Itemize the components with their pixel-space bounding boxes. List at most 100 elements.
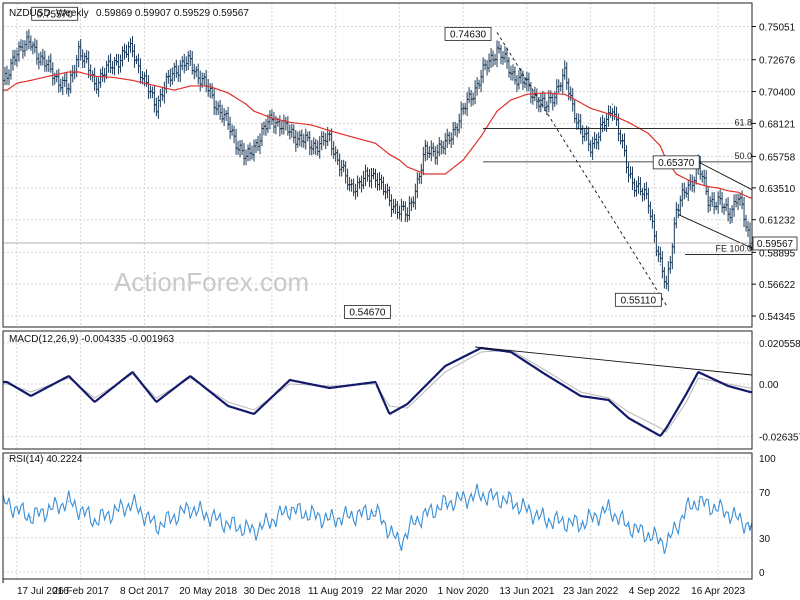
sma-point [496, 110, 498, 112]
price-point [68, 89, 70, 91]
sma-point [349, 135, 351, 137]
price-point [627, 173, 630, 175]
rsi-point [580, 523, 582, 525]
price-annotation: 0.74630 [444, 27, 492, 41]
rsi-point [727, 512, 729, 514]
price-point [155, 103, 157, 105]
price-point [580, 131, 582, 133]
macd-line [3, 346, 752, 437]
rsi-point [30, 516, 32, 518]
signal-point [388, 405, 391, 407]
macd-point [444, 365, 446, 367]
sma-point [749, 197, 751, 199]
sma-point [289, 121, 291, 123]
price-point [173, 68, 175, 70]
price-point [388, 201, 391, 203]
macd-point [131, 371, 134, 373]
sma-point [544, 92, 546, 94]
rsi-point [510, 500, 512, 502]
x-tick-label: 16 Apr 2023 [691, 586, 745, 597]
price-tick-label: 0.65758 [759, 152, 796, 163]
price-point [659, 264, 661, 266]
rsi-panel [2, 483, 753, 554]
sma-point [6, 89, 8, 91]
price-point [675, 208, 677, 210]
signal-point [727, 383, 729, 385]
price-annotation: 0.54670 [344, 305, 391, 319]
macd-point [580, 395, 582, 397]
x-tick-label: 23 Jan 2022 [563, 586, 618, 597]
rsi-point [329, 518, 331, 521]
header-timeframe: Weekly [56, 8, 89, 19]
price-point [78, 47, 80, 49]
sma-point [398, 159, 401, 161]
rsi-point [749, 525, 751, 528]
macd-point [289, 379, 291, 381]
sma-point [189, 85, 191, 87]
macd-point [749, 391, 751, 393]
chart-header: NZDUSD Weekly 0.59869 0.59907 0.59529 0.… [9, 8, 249, 19]
sma-point [94, 75, 96, 77]
rsi-point [398, 542, 401, 545]
rsi-point [478, 493, 480, 496]
rsi-point [444, 503, 446, 505]
price-point [665, 288, 667, 290]
sma-point [143, 82, 146, 84]
price-point [253, 145, 255, 147]
header-symbol: NZDUSD [9, 8, 51, 19]
forex-chart: ActionForex.com 61.850.0FE 100.00.755700… [2, 2, 800, 597]
fib-level-label: FE 100.0 [715, 243, 752, 253]
price-point [30, 43, 32, 45]
rsi-point [665, 544, 667, 546]
swing-dashed-line [496, 32, 667, 306]
header-ohlc: 0.59869 0.59907 0.59529 0.59567 [96, 8, 249, 19]
sma-point [406, 166, 408, 168]
price-annotation-label: 0.74630 [450, 29, 487, 40]
price-point [564, 75, 566, 77]
signal-point [289, 383, 291, 385]
sma-point [480, 135, 482, 137]
sma-point [611, 114, 614, 116]
sma-point [253, 110, 255, 112]
rsi-point [6, 503, 8, 505]
price-point [207, 89, 209, 91]
sma-point [329, 130, 331, 132]
macd-tick-label: 0.020558 [759, 339, 800, 350]
signal-point [253, 409, 255, 411]
signal-point [659, 427, 661, 429]
sma-point [737, 191, 739, 193]
signal-point [544, 369, 546, 371]
sma-point [68, 71, 70, 73]
x-tick-label: 26 Feb 2017 [53, 586, 110, 597]
sma-point [374, 142, 377, 144]
macd-point [30, 395, 32, 397]
signal-point [131, 373, 134, 375]
rsi-label: RSI(14) 40.2224 [9, 454, 83, 465]
x-tick-label: 30 Dec 2018 [244, 586, 301, 597]
price-point [94, 82, 96, 84]
sma-point [580, 102, 582, 104]
price-point [496, 47, 498, 49]
price-point [444, 145, 446, 147]
signal-point [68, 377, 70, 379]
macd-panel [3, 346, 753, 437]
axis-layer: 17 Jul 201626 Feb 2017 8 Oct 2017 20 May 2… [2, 23, 800, 597]
sma-point [510, 99, 512, 101]
rsi-point [227, 523, 229, 525]
rsi-point [659, 539, 661, 541]
price-point [647, 201, 650, 203]
price-annotation: 0.65370 [652, 155, 700, 170]
signal-point [685, 401, 687, 403]
sma-point [245, 103, 247, 105]
price-point [462, 110, 464, 112]
price-point [289, 131, 291, 133]
macd-point [727, 385, 729, 387]
signal-point [6, 383, 8, 385]
price-point [611, 103, 614, 105]
signal-point [749, 387, 751, 389]
macd-point [94, 401, 96, 403]
price-point [311, 145, 313, 147]
macd-point [627, 417, 630, 419]
signal-point [607, 397, 610, 399]
price-tick-label: 0.63510 [759, 184, 796, 195]
